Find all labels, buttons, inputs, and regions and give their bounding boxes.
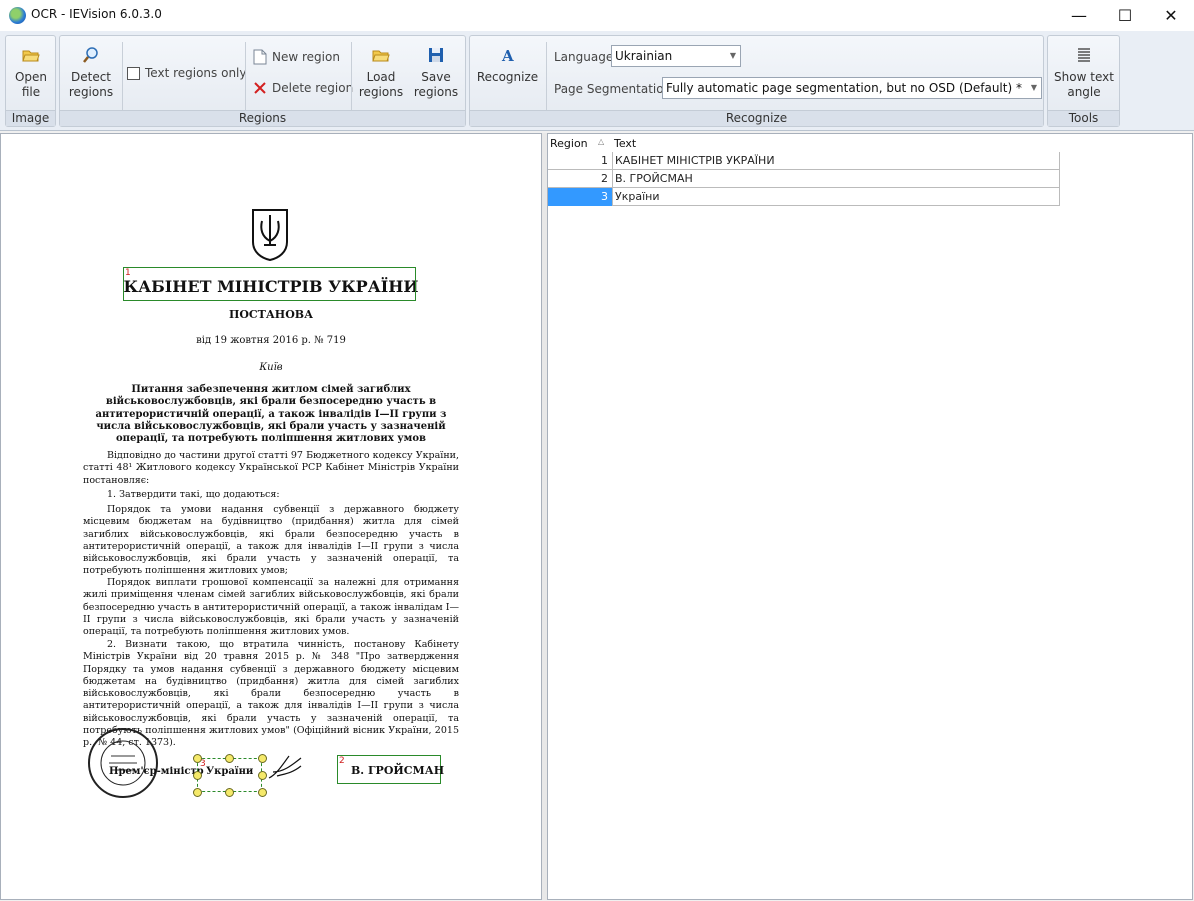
separator [245, 42, 246, 110]
folder-open-icon [372, 50, 390, 62]
show-text-angle-button[interactable]: Show text angle [1052, 42, 1116, 100]
paragraph-3: Порядок та умови надання субвенції з дер… [83, 504, 459, 577]
recognize-button[interactable]: A Recognize [476, 42, 539, 85]
app-globe-icon [9, 7, 26, 24]
letter-a-icon: A [501, 47, 514, 64]
resize-handle[interactable] [258, 771, 267, 780]
new-page-icon [253, 49, 267, 65]
coat-of-arms-emblem [252, 209, 288, 262]
delete-region-button[interactable]: Delete region [253, 81, 353, 95]
resize-handle[interactable] [258, 788, 267, 797]
maximize-button[interactable]: ☐ [1102, 0, 1148, 31]
dropdown-arrow-icon: ▼ [1030, 83, 1037, 92]
checkbox-box[interactable] [127, 66, 140, 80]
resize-handle[interactable] [225, 788, 234, 797]
language-select[interactable]: Ukrainian ▼ [611, 45, 741, 67]
grid-header: Region △ Text [548, 134, 1060, 152]
paragraph-1: Відповідно до частини другої статті 97 Б… [83, 450, 459, 486]
results-grid[interactable]: Region △ Text 1 КАБІНЕТ МІНІСТРІВ УКРАЇН… [547, 133, 1193, 900]
scanned-document: КАБІНЕТ МІНІСТРІВ УКРАЇНИ 1 ПОСТАНОВА ві… [1, 134, 541, 899]
resolution-subject: Питання забезпечення житлом сімей загибл… [95, 384, 447, 445]
text-regions-only-checkbox[interactable]: Text regions only [127, 66, 246, 80]
load-regions-button[interactable]: Load regions [358, 42, 404, 100]
resize-handle[interactable] [193, 788, 202, 797]
folder-open-icon [22, 50, 40, 62]
save-regions-button[interactable]: Save regions [412, 42, 460, 100]
language-label: Language [554, 50, 614, 64]
separator [122, 42, 123, 110]
resolution-date: від 19 жовтня 2016 р. № 719 [196, 335, 346, 346]
image-group-label: Image [6, 110, 55, 126]
handwritten-signature [268, 755, 302, 779]
resize-handle[interactable] [193, 771, 202, 780]
dropdown-arrow-icon: ▼ [729, 51, 736, 60]
column-header-text[interactable]: Text [614, 137, 636, 150]
page-segmentation-select[interactable]: Fully automatic page segmentation, but n… [662, 77, 1042, 99]
delete-x-icon [254, 82, 266, 94]
text-cell[interactable]: В. ГРОЙСМАН [612, 170, 1060, 188]
grid-row[interactable]: 1 КАБІНЕТ МІНІСТРІВ УКРАЇНИ [548, 152, 1060, 170]
region-cell[interactable]: 2 [548, 170, 612, 188]
window-title: OCR - IEVision 6.0.3.0 [31, 7, 162, 21]
signer-name: В. ГРОЙСМАН [351, 764, 445, 777]
grid-row[interactable]: 2 В. ГРОЙСМАН [548, 170, 1060, 188]
region-1-number: 1 [125, 268, 131, 278]
floppy-disk-icon [429, 48, 443, 62]
region-cell[interactable]: 3 [548, 188, 612, 206]
regions-group-label: Regions [60, 110, 465, 126]
open-file-button[interactable]: Open file [10, 42, 52, 100]
column-header-region[interactable]: Region [550, 137, 588, 150]
new-region-button[interactable]: New region [253, 49, 340, 65]
text-lines-icon [1078, 48, 1090, 62]
tools-group: Show text angle Tools [1047, 35, 1120, 127]
document-image-pane[interactable]: КАБІНЕТ МІНІСТРІВ УКРАЇНИ 1 ПОСТАНОВА ві… [0, 133, 542, 900]
region-1-box[interactable] [123, 267, 416, 301]
regions-group: Detect regions Text regions only New reg… [59, 35, 466, 127]
paragraph-4: Порядок виплати грошової компенсації за … [83, 577, 459, 638]
tools-group-label: Tools [1048, 110, 1119, 126]
text-cell[interactable]: України [612, 188, 1060, 206]
region-3-box[interactable] [197, 758, 262, 792]
resize-handle[interactable] [193, 754, 202, 763]
grid-row-selected[interactable]: 3 України [548, 188, 1060, 206]
recognize-group-label: Recognize [470, 110, 1043, 126]
separator [351, 42, 352, 110]
ribbon-toolbar: Open file Image Detect regions Text regi… [0, 31, 1194, 131]
title-bar: OCR - IEVision 6.0.3.0 — ☐ ✕ [0, 0, 1194, 31]
page-segmentation-label: Page Segmentation [554, 82, 672, 96]
separator [546, 42, 547, 110]
resize-handle[interactable] [258, 754, 267, 763]
resolution-title: ПОСТАНОВА [228, 308, 314, 321]
magnifier-icon [83, 47, 98, 63]
prime-minister-label: Прем'єр-міністр [109, 766, 204, 777]
resize-handle[interactable] [225, 754, 234, 763]
text-cell[interactable]: КАБІНЕТ МІНІСТРІВ УКРАЇНИ [612, 152, 1060, 170]
region-cell[interactable]: 1 [548, 152, 612, 170]
official-stamp-seal [88, 728, 158, 798]
close-button[interactable]: ✕ [1148, 0, 1194, 31]
recognize-group: A Recognize Language Ukrainian ▼ Page Se… [469, 35, 1044, 127]
minimize-button[interactable]: — [1056, 0, 1102, 31]
sort-ascending-icon: △ [598, 137, 605, 146]
region-2-number: 2 [339, 756, 345, 766]
detect-regions-button[interactable]: Detect regions [66, 42, 116, 100]
resolution-city: Київ [259, 362, 283, 373]
image-group: Open file Image [5, 35, 56, 127]
svg-text:A: A [501, 47, 514, 64]
paragraph-2: 1. Затвердити такі, що додаються: [107, 489, 280, 500]
